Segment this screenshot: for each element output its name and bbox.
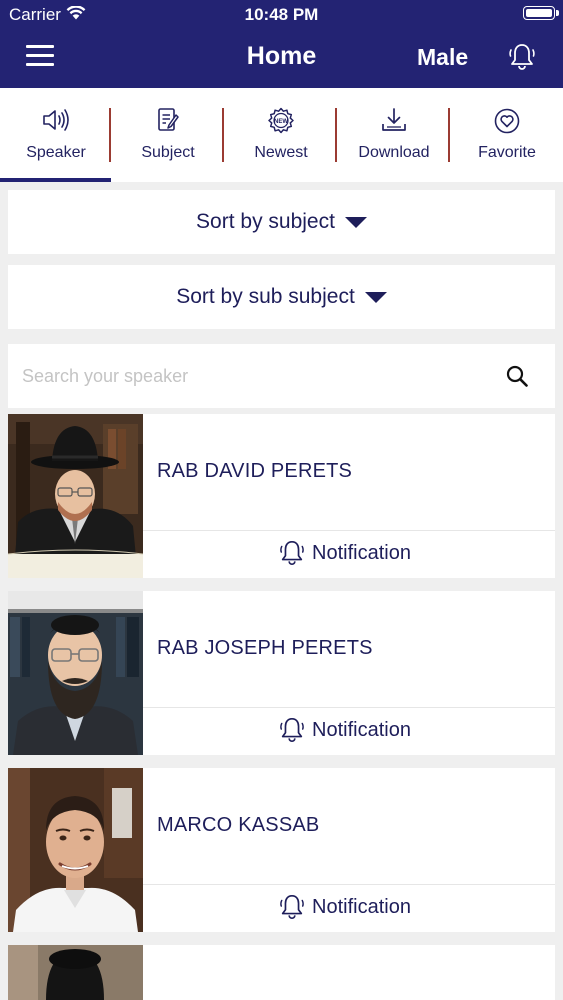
speaker-card: RAB DAVID PERETS Notification	[8, 414, 555, 578]
notification-button[interactable]: Notification	[278, 538, 411, 568]
speaker-name[interactable]: RAB DAVID PERETS	[157, 460, 352, 483]
active-tab-indicator	[0, 178, 111, 182]
notification-button[interactable]: Notification	[278, 715, 411, 745]
tab-newest[interactable]: NEW Newest	[225, 88, 337, 182]
sort-by-subject-dropdown[interactable]: Sort by subject	[8, 190, 555, 254]
download-icon	[382, 108, 406, 131]
sort-by-sub-subject-label: Sort by sub subject	[176, 285, 355, 308]
search-icon[interactable]	[505, 364, 529, 388]
tab-bar: Speaker Subject NEW Newest Download Favo…	[0, 88, 563, 182]
speaker-icon	[43, 109, 69, 131]
tab-divider	[335, 108, 337, 162]
gender-toggle-button[interactable]: Male	[417, 44, 468, 71]
top-bar: Carrier 10:48 PM Home Male	[0, 0, 563, 88]
tab-subject[interactable]: Subject	[112, 88, 224, 182]
bell-icon	[280, 717, 304, 742]
new-badge-icon: NEW	[268, 107, 294, 134]
bell-icon[interactable]	[508, 42, 536, 72]
search-bar	[8, 344, 555, 408]
notification-label: Notification	[312, 895, 411, 918]
status-bar: Carrier 10:48 PM	[0, 0, 563, 30]
tab-label: Download	[358, 144, 430, 161]
tab-label: Favorite	[478, 144, 536, 161]
speaker-name[interactable]: RAB JOSEPH PERETS	[157, 637, 373, 660]
speaker-photo	[8, 414, 143, 578]
subject-icon	[158, 108, 179, 131]
speaker-photo	[8, 768, 143, 932]
sort-by-subject-label: Sort by subject	[196, 210, 335, 233]
tab-favorite[interactable]: Favorite	[451, 88, 563, 182]
search-input[interactable]	[8, 344, 488, 408]
tab-label: Speaker	[26, 144, 86, 161]
tab-download[interactable]: Download	[338, 88, 450, 182]
tab-divider	[109, 108, 111, 162]
speaker-card: MARCO KASSAB Notification	[8, 768, 555, 932]
sort-by-subject-box: Sort by subject	[8, 190, 555, 254]
caret-down-icon	[364, 291, 387, 303]
heart-icon	[494, 108, 520, 134]
sort-by-sub-subject-box: Sort by sub subject	[8, 265, 555, 329]
sort-by-sub-subject-dropdown[interactable]: Sort by sub subject	[8, 265, 555, 329]
speaker-card: RAB JOSEPH PERETS Notification	[8, 591, 555, 755]
notification-button[interactable]: Notification	[278, 892, 411, 922]
clock: 10:48 PM	[244, 5, 319, 24]
page-title: Home	[246, 42, 317, 70]
tab-speaker[interactable]: Speaker	[0, 88, 112, 182]
notification-label: Notification	[312, 541, 411, 564]
card-divider	[143, 707, 555, 708]
speaker-card	[8, 945, 555, 1000]
bell-icon	[280, 894, 304, 919]
speaker-name[interactable]: MARCO KASSAB	[157, 814, 319, 837]
speaker-photo	[8, 945, 143, 1000]
caret-down-icon	[344, 216, 367, 228]
card-divider	[143, 884, 555, 885]
tab-divider	[448, 108, 450, 162]
svg-text:NEW: NEW	[274, 119, 288, 125]
card-divider	[143, 530, 555, 531]
tab-label: Subject	[141, 144, 195, 161]
bell-icon	[280, 540, 304, 565]
notification-label: Notification	[312, 718, 411, 741]
tab-divider	[222, 108, 224, 162]
battery-icon	[523, 6, 559, 20]
speaker-photo	[8, 591, 143, 755]
tab-label: Newest	[254, 144, 308, 161]
